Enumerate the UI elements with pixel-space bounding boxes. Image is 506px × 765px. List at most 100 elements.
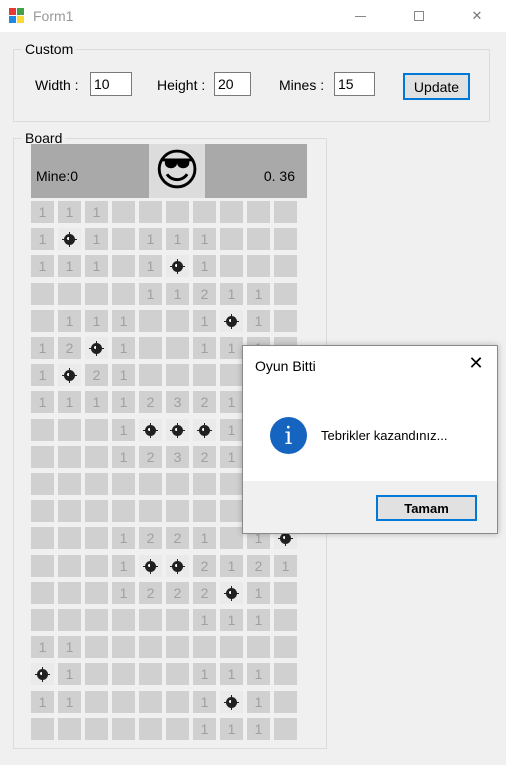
board-cell[interactable]: 1 — [31, 337, 54, 359]
minimize-button[interactable] — [337, 0, 383, 32]
board-cell[interactable] — [58, 283, 81, 305]
board-cell[interactable] — [85, 718, 108, 740]
board-cell[interactable] — [85, 283, 108, 305]
board-cell[interactable] — [166, 663, 189, 685]
board-cell[interactable] — [166, 718, 189, 740]
board-cell[interactable]: 2 — [139, 527, 162, 549]
board-cell[interactable] — [166, 473, 189, 495]
board-cell[interactable] — [166, 201, 189, 223]
board-cell[interactable] — [85, 473, 108, 495]
board-cell[interactable]: 2 — [193, 582, 216, 604]
board-cell[interactable]: 1 — [31, 201, 54, 223]
board-cell[interactable] — [220, 500, 243, 522]
board-cell[interactable] — [247, 636, 270, 658]
board-cell[interactable]: 1 — [220, 609, 243, 631]
board-cell[interactable] — [85, 446, 108, 468]
board-cell[interactable]: 1 — [58, 636, 81, 658]
board-cell[interactable] — [58, 500, 81, 522]
board-cell[interactable]: 2 — [247, 555, 270, 577]
board-cell[interactable] — [85, 691, 108, 713]
board-cell[interactable]: 1 — [112, 527, 135, 549]
board-cell[interactable] — [274, 255, 297, 277]
board-cell[interactable]: 2 — [85, 364, 108, 386]
board-cell[interactable] — [139, 663, 162, 685]
board-cell[interactable] — [58, 609, 81, 631]
board-cell[interactable]: 1 — [31, 228, 54, 250]
board-cell[interactable]: 1 — [58, 201, 81, 223]
board-cell[interactable] — [58, 718, 81, 740]
board-cell[interactable] — [85, 582, 108, 604]
smiley-button[interactable]: 😎 — [149, 144, 205, 198]
board-cell[interactable] — [193, 364, 216, 386]
board-cell[interactable] — [139, 364, 162, 386]
board-cell[interactable] — [31, 473, 54, 495]
board-cell[interactable]: 3 — [166, 391, 189, 413]
board-cell[interactable]: 1 — [166, 283, 189, 305]
board-cell[interactable]: 1 — [193, 691, 216, 713]
board-cell[interactable] — [85, 555, 108, 577]
board-cell[interactable]: 1 — [193, 663, 216, 685]
board-cell[interactable] — [58, 446, 81, 468]
board-cell[interactable]: 1 — [193, 228, 216, 250]
board-cell[interactable] — [166, 364, 189, 386]
board-cell[interactable] — [193, 201, 216, 223]
board-cell[interactable]: 1 — [139, 228, 162, 250]
board-cell[interactable] — [112, 500, 135, 522]
board-cell[interactable] — [274, 201, 297, 223]
board-cell[interactable] — [274, 609, 297, 631]
board-cell[interactable] — [274, 228, 297, 250]
board-cell[interactable]: 1 — [31, 636, 54, 658]
board-cell[interactable] — [247, 255, 270, 277]
board-cell[interactable]: 1 — [193, 255, 216, 277]
dialog-close-button[interactable]: ✕ — [455, 346, 497, 380]
board-cell[interactable]: 1 — [112, 310, 135, 332]
board-cell[interactable] — [139, 201, 162, 223]
board-cell[interactable] — [139, 337, 162, 359]
board-cell[interactable] — [220, 582, 243, 604]
board-cell[interactable]: 1 — [58, 663, 81, 685]
board-cell[interactable]: 1 — [193, 337, 216, 359]
board-cell[interactable]: 1 — [193, 609, 216, 631]
board-cell[interactable]: 1 — [112, 582, 135, 604]
board-cell[interactable]: 1 — [58, 391, 81, 413]
board-cell[interactable] — [220, 364, 243, 386]
update-button[interactable]: Update — [403, 73, 470, 100]
board-cell[interactable]: 2 — [139, 582, 162, 604]
board-cell[interactable] — [220, 636, 243, 658]
board-cell[interactable] — [220, 201, 243, 223]
board-cell[interactable]: 1 — [112, 337, 135, 359]
board-cell[interactable] — [85, 337, 108, 359]
board-cell[interactable]: 1 — [247, 609, 270, 631]
board-cell[interactable] — [139, 555, 162, 577]
board-cell[interactable] — [220, 310, 243, 332]
board-cell[interactable]: 1 — [166, 228, 189, 250]
board-cell[interactable] — [139, 473, 162, 495]
board-cell[interactable] — [31, 527, 54, 549]
board-cell[interactable]: 2 — [166, 582, 189, 604]
board-cell[interactable] — [85, 663, 108, 685]
board-cell[interactable] — [166, 636, 189, 658]
board-cell[interactable] — [166, 310, 189, 332]
board-cell[interactable]: 1 — [247, 310, 270, 332]
board-cell[interactable] — [58, 364, 81, 386]
maximize-button[interactable] — [396, 0, 442, 32]
board-cell[interactable] — [166, 500, 189, 522]
board-cell[interactable] — [139, 500, 162, 522]
board-cell[interactable] — [31, 609, 54, 631]
board-cell[interactable]: 2 — [193, 555, 216, 577]
board-cell[interactable]: 1 — [139, 283, 162, 305]
board-cell[interactable]: 1 — [193, 718, 216, 740]
board-cell[interactable]: 1 — [85, 201, 108, 223]
board-cell[interactable] — [274, 310, 297, 332]
board-cell[interactable]: 1 — [220, 337, 243, 359]
board-cell[interactable] — [112, 691, 135, 713]
board-cell[interactable]: 1 — [247, 283, 270, 305]
board-cell[interactable]: 1 — [247, 663, 270, 685]
board-cell[interactable] — [58, 228, 81, 250]
board-cell[interactable]: 2 — [139, 446, 162, 468]
board-cell[interactable]: 1 — [112, 391, 135, 413]
board-cell[interactable] — [58, 473, 81, 495]
board-cell[interactable] — [31, 555, 54, 577]
board-cell[interactable]: 1 — [31, 255, 54, 277]
board-cell[interactable] — [85, 419, 108, 441]
